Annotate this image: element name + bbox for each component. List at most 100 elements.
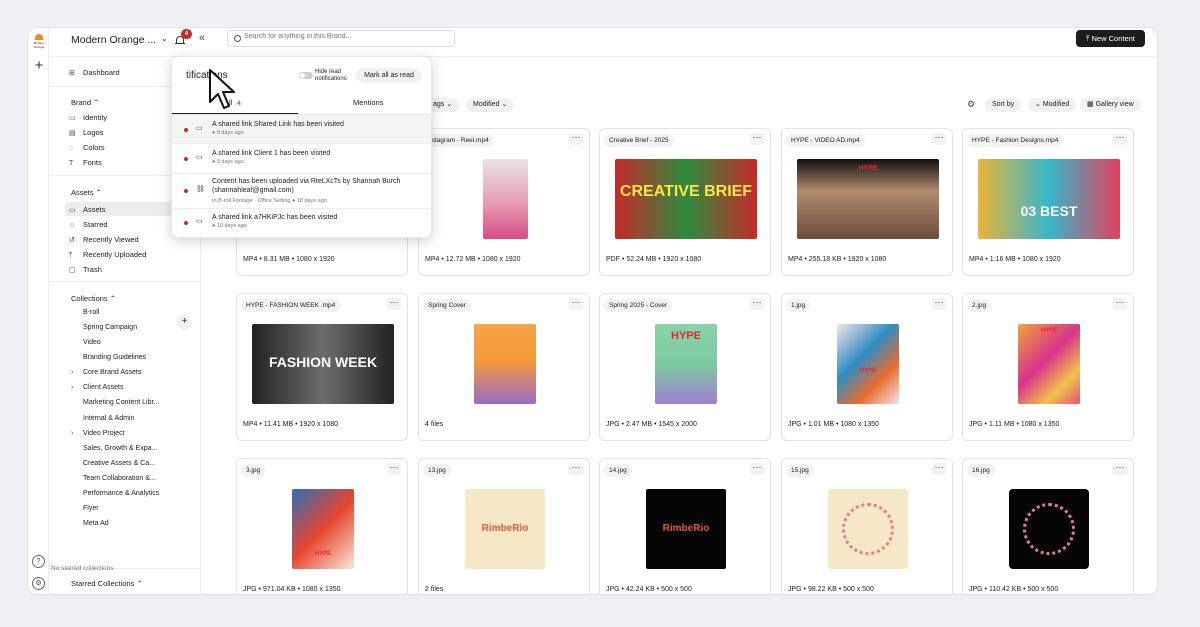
more-options-icon[interactable]: ···	[569, 298, 583, 310]
tab-mentions[interactable]: Mentions	[353, 98, 383, 107]
collection-item[interactable]: B-roll	[83, 309, 99, 316]
asset-card[interactable]: Creative Brief - 2025 ··· CREATIVE BRIEF…	[599, 128, 771, 276]
gallery-view-button[interactable]: ▦ Gallery view	[1080, 98, 1141, 112]
sidebar-item-dashboard[interactable]: ⊞ Dashboard	[69, 68, 120, 77]
collection-item[interactable]: Marketing Content Libr...	[83, 399, 159, 406]
asset-name: HYPE - VIDEO AD.mp4	[786, 134, 865, 147]
chevron-down-icon[interactable]: ⌄	[161, 34, 168, 43]
notification-item[interactable]: ⛓ Content has been uploaded via RteLXcTs…	[172, 174, 431, 209]
divider	[49, 281, 201, 282]
folder-icon: ▭	[196, 218, 203, 225]
sort-modified-button[interactable]: ⌄ Modified	[1028, 98, 1077, 112]
collection-item[interactable]: Client Assets	[83, 384, 123, 391]
more-options-icon[interactable]: ···	[1113, 463, 1127, 475]
brand-switcher[interactable]: Modern Orange ...	[71, 34, 156, 46]
asset-card[interactable]: nstagram - Reel.mp4 ··· MP4 • 12.72 MB •…	[418, 128, 590, 276]
sidebar-item-trash[interactable]: ▢ Trash	[69, 265, 102, 274]
collection-item[interactable]: Sales, Growth & Expa...	[83, 445, 157, 452]
asset-meta: JPG • 110.42 KB • 500 x 500	[969, 586, 1059, 593]
more-options-icon[interactable]: ···	[932, 463, 946, 475]
sidebar-item-colors[interactable]: ◌ Colors	[69, 143, 105, 152]
more-options-icon[interactable]: ···	[750, 298, 764, 310]
starred-collections-heading[interactable]: Starred Collections ⌃	[71, 579, 143, 588]
collapse-sidebar-icon[interactable]: «	[199, 32, 205, 44]
asset-meta: MP4 • 255.18 KB • 1920 x 1080	[788, 256, 887, 263]
asset-card[interactable]: 2.jpg ··· HYPE JPG • 1.11 MB • 1080 x 13…	[962, 293, 1134, 441]
more-options-icon[interactable]: ···	[750, 463, 764, 475]
sidebar-item-assets[interactable]: ▭ Assets	[69, 205, 106, 214]
asset-name: 1.jpg	[786, 299, 811, 312]
asset-thumbnail	[483, 159, 528, 239]
sidebar-item-identity[interactable]: ▭ Identity	[69, 113, 107, 122]
add-icon[interactable]: +	[31, 58, 47, 74]
new-content-button[interactable]: ⤒ New Content	[1076, 30, 1145, 47]
hide-read-label: Hide read notifications	[315, 69, 347, 82]
asset-card[interactable]: 14.jpg ··· RimbeRio JPG • 42.24 KB • 500…	[599, 458, 771, 594]
sidebar-item-logos[interactable]: ▤ Logos	[69, 128, 103, 137]
collection-item[interactable]: Video Project	[83, 430, 125, 437]
chevron-right-icon[interactable]: ›	[71, 384, 73, 391]
asset-meta: JPG • 98.22 KB • 500 x 500	[788, 586, 874, 593]
notification-item[interactable]: ▭ A shared link Client 1 has been visite…	[172, 144, 431, 174]
collection-item[interactable]: Internal & Admin	[83, 415, 134, 422]
chevron-right-icon[interactable]: ›	[71, 430, 73, 437]
sidebar-item-starred[interactable]: ☆ Starred	[69, 220, 108, 229]
asset-card[interactable]: 1.jpg ··· HYPE JPG • 1.01 MB • 1080 x 13…	[781, 293, 953, 441]
collection-item[interactable]: Spring Campaign	[83, 324, 137, 331]
more-options-icon[interactable]: ···	[387, 298, 401, 310]
more-options-icon[interactable]: ···	[932, 298, 946, 310]
notification-item[interactable]: ▭ A shared link a7HKiPJc has been visite…	[172, 209, 431, 237]
collection-item[interactable]: Team Collaboration &...	[83, 475, 156, 482]
asset-thumbnail: HYPE	[837, 324, 899, 404]
unread-dot	[184, 189, 188, 193]
asset-meta: PDF • 52.24 MB • 1920 x 1080	[606, 256, 702, 263]
asset-card[interactable]: Spring Cover ··· 4 files	[418, 293, 590, 441]
mouse-cursor-icon	[209, 69, 235, 109]
asset-card[interactable]: Spring 2025 - Cover ··· HYPE JPG • 2.47 …	[599, 293, 771, 441]
notification-count-badge: 4	[181, 29, 192, 39]
asset-card[interactable]: HYPE - Fashion Designs.mp4 ··· 03 BEST M…	[962, 128, 1134, 276]
sort-by-button[interactable]: Sort by	[985, 98, 1022, 112]
more-options-icon[interactable]: ···	[932, 133, 946, 145]
asset-card[interactable]: 13.jpg ··· RimbeRio 2 files	[418, 458, 590, 594]
sidebar-item-recently-viewed[interactable]: ↺ Recently Viewed	[69, 235, 139, 244]
modified-filter[interactable]: Modified ⌄	[466, 98, 515, 112]
settings-icon[interactable]: ⚙	[32, 577, 45, 590]
sidebar-item-recently-uploaded[interactable]: ⤒ Recently Uploaded	[69, 250, 146, 260]
asset-card[interactable]: HYPE - VIDEO AD.mp4 ··· HYPE MP4 • 255.1…	[781, 128, 953, 276]
add-collection-button[interactable]: +	[177, 315, 192, 330]
asset-card[interactable]: 3.jpg ··· HYPE JPG • 971.04 KB • 1080 x …	[236, 458, 408, 594]
help-icon[interactable]: ?	[32, 555, 45, 568]
brand-logo[interactable]: Modern Orange	[31, 32, 47, 49]
more-options-icon[interactable]: ···	[387, 463, 401, 475]
hide-read-toggle[interactable]	[299, 72, 313, 79]
brand-section-heading[interactable]: Brand ⌃	[71, 98, 99, 107]
search-input[interactable]	[244, 33, 444, 40]
more-options-icon[interactable]: ···	[750, 133, 764, 145]
collection-item[interactable]: Creative Assets & Ca...	[83, 460, 155, 467]
mark-all-read-button[interactable]: Mark all as read	[356, 68, 422, 83]
more-options-icon[interactable]: ···	[569, 133, 583, 145]
assets-section-heading[interactable]: Assets ⌃	[71, 188, 102, 197]
collection-item[interactable]: Meta Ad	[83, 520, 109, 527]
active-tab-indicator	[172, 113, 298, 114]
more-options-icon[interactable]: ···	[1113, 298, 1127, 310]
asset-card[interactable]: 16.jpg ··· JPG • 110.42 KB • 500 x 500	[962, 458, 1134, 594]
collection-item[interactable]: Performance & Analytics	[83, 490, 159, 497]
settings-icon[interactable]: ⚙	[967, 99, 980, 112]
asset-card[interactable]: 15.jpg ··· JPG • 98.22 KB • 500 x 500	[781, 458, 953, 594]
collection-item[interactable]: Flyer	[83, 505, 99, 512]
more-options-icon[interactable]: ···	[569, 463, 583, 475]
sidebar-item-fonts[interactable]: T Fonts	[69, 158, 102, 167]
search-bar[interactable]	[227, 30, 455, 47]
collection-item[interactable]: Branding Guidelines	[83, 354, 146, 361]
asset-name: HYPE - FASHION WEEK .mp4	[241, 299, 341, 312]
collections-section-heading[interactable]: Collections ⌃	[71, 294, 116, 303]
notification-item[interactable]: ▭ A shared link Shared Link has been vis…	[172, 115, 431, 144]
collection-item[interactable]: Video	[83, 339, 101, 346]
search-icon	[234, 35, 241, 42]
collection-item[interactable]: Core Brand Assets	[83, 369, 141, 376]
asset-card[interactable]: HYPE - FASHION WEEK .mp4 ··· FASHION WEE…	[236, 293, 408, 441]
chevron-right-icon[interactable]: ›	[71, 369, 73, 376]
more-options-icon[interactable]: ···	[1113, 133, 1127, 145]
